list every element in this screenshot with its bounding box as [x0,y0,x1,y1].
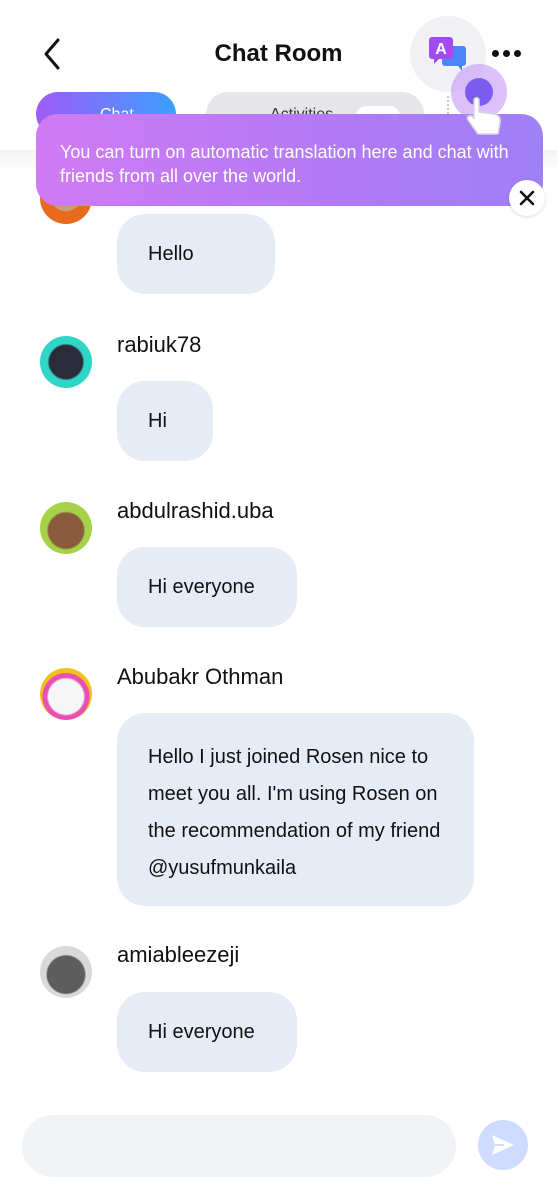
more-button[interactable] [490,44,522,64]
message-text: Hello [148,242,194,265]
message-username[interactable]: amiableezeji [117,942,239,968]
message-input[interactable] [22,1115,456,1177]
close-icon [519,190,535,206]
message-username[interactable]: rabiuk78 [117,332,201,358]
tooltip-close-button[interactable] [509,180,545,216]
more-dot-icon [492,50,499,57]
message-bubble[interactable]: Hello [117,214,275,294]
message-bubble[interactable]: Hi everyone [117,547,297,627]
avatar[interactable] [40,336,92,388]
message-username[interactable]: abdulrashid.uba [117,498,274,524]
message-bubble[interactable]: Hi everyone [117,992,297,1072]
message-text: Hello I just joined Rosen nice to meet y… [148,746,441,879]
message-bubble[interactable]: Hi [117,381,213,461]
svg-text:A: A [435,41,447,58]
tooltip-text: You can turn on automatic translation he… [60,142,509,186]
message-text: Hi everyone [148,575,255,598]
message-bubble[interactable]: Hello I just joined Rosen nice to meet y… [117,713,474,906]
message-username[interactable]: Abubakr Othman [117,664,283,690]
more-dot-icon [503,50,510,57]
avatar[interactable] [40,946,92,998]
avatar[interactable] [40,502,92,554]
message-text: Hi [148,409,167,432]
send-button[interactable] [478,1120,528,1170]
translate-icon: A [429,37,466,71]
send-icon [492,1135,514,1155]
message-text: Hi everyone [148,1020,255,1043]
avatar[interactable] [40,668,92,720]
more-dot-icon [514,50,521,57]
hand-pointer-icon [466,97,501,135]
